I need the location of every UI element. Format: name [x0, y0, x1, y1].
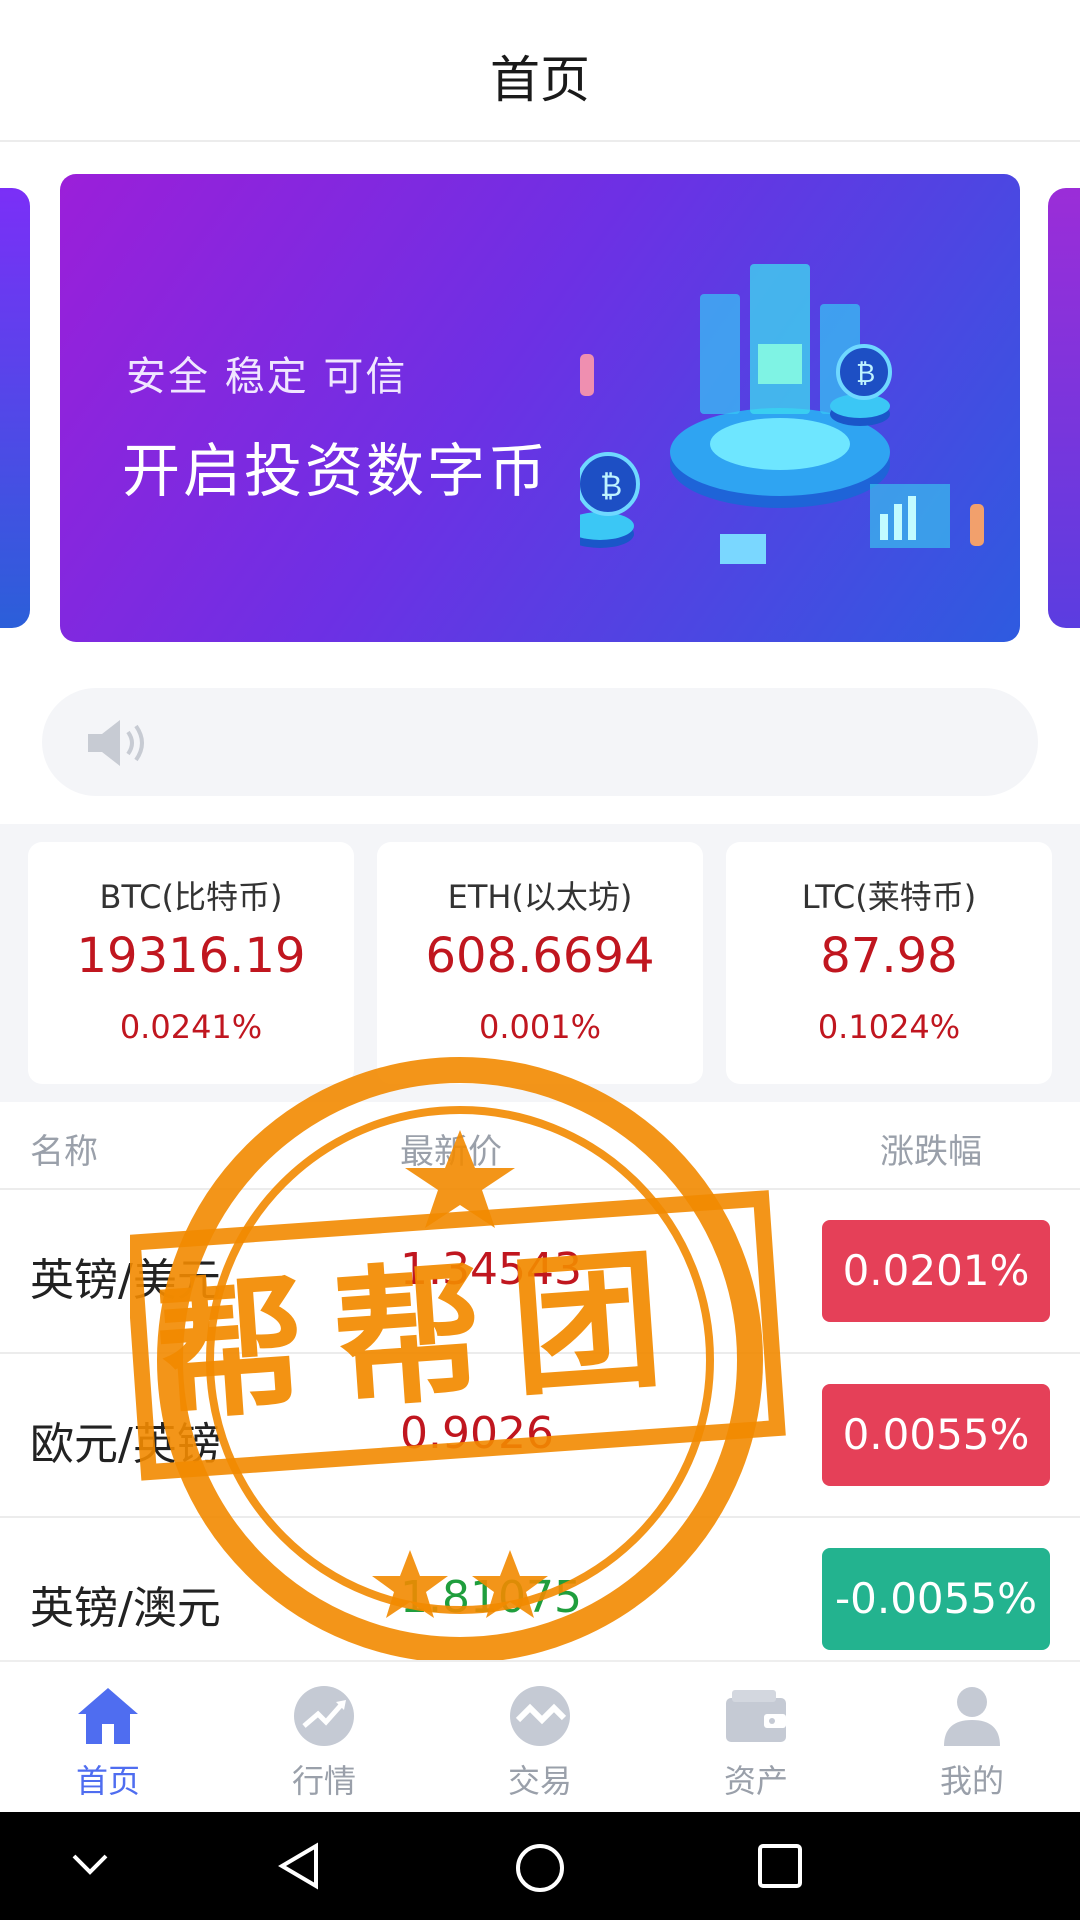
- tab-label: 行情: [291, 1762, 356, 1800]
- tab-trade[interactable]: 交易: [432, 1662, 648, 1814]
- app-header: 首页: [0, 0, 1080, 142]
- announcement-bar[interactable]: [42, 688, 1038, 796]
- quote-name: BTC(比特币): [99, 878, 283, 916]
- home-icon: [78, 1688, 138, 1744]
- crypto-illustration: ₿ ₿: [580, 264, 984, 564]
- tab-market[interactable]: 行情: [216, 1662, 432, 1814]
- user-icon: [944, 1687, 1000, 1746]
- back-icon[interactable]: [276, 1842, 324, 1890]
- tab-label: 交易: [507, 1762, 572, 1800]
- pair-price: 1.81075: [400, 1572, 582, 1623]
- trend-icon: [294, 1686, 354, 1746]
- page-title: 首页: [490, 51, 590, 109]
- banner-carousel[interactable]: 安全 稳定 可信 开启投资数字币 ₿ ₿: [0, 142, 1080, 662]
- change-badge[interactable]: 0.0201%: [822, 1220, 1050, 1322]
- system-nav-bar: [0, 1812, 1080, 1920]
- carousel-prev-slide[interactable]: [0, 188, 30, 628]
- quote-card-btc[interactable]: BTC(比特币) 19316.19 0.0241%: [28, 842, 354, 1084]
- recent-apps-icon[interactable]: [756, 1842, 804, 1890]
- speaker-icon: [88, 720, 144, 766]
- bottom-tab-bar: 首页 行情 交易 资产 我的: [0, 1660, 1080, 1812]
- banner-slide[interactable]: 安全 稳定 可信 开启投资数字币 ₿ ₿: [60, 174, 1020, 642]
- tab-home[interactable]: 首页: [0, 1662, 216, 1814]
- quote-name: ETH(以太坊): [447, 878, 633, 916]
- quote-card-eth[interactable]: ETH(以太坊) 608.6694 0.001%: [377, 842, 703, 1084]
- chevron-down-icon[interactable]: [68, 1842, 112, 1886]
- change-badge[interactable]: 0.0055%: [822, 1384, 1050, 1486]
- column-header-price: 最新价: [400, 1132, 502, 1172]
- market-row[interactable]: 英镑/澳元 1.81075 -0.0055%: [0, 1516, 1080, 1680]
- quote-price: 608.6694: [425, 928, 655, 984]
- banner-headline: 开启投资数字币: [122, 437, 550, 505]
- wallet-icon: [726, 1690, 786, 1742]
- watermark-text: 帮帮团: [150, 1231, 696, 1443]
- tab-label: 资产: [723, 1762, 788, 1800]
- quote-change: 0.001%: [478, 1008, 601, 1046]
- market-list-header: 名称 最新价 涨跌幅: [0, 1102, 1080, 1188]
- column-header-name: 名称: [30, 1132, 98, 1172]
- tab-assets[interactable]: 资产: [648, 1662, 864, 1814]
- quote-card-ltc[interactable]: LTC(莱特币) 87.98 0.1024%: [726, 842, 1052, 1084]
- quote-change: 0.0241%: [119, 1008, 263, 1046]
- svg-text:₿: ₿: [600, 469, 622, 504]
- quote-name: LTC(莱特币): [801, 878, 977, 916]
- banner-tagline: 安全 稳定 可信: [126, 354, 408, 400]
- column-header-change: 涨跌幅: [880, 1132, 982, 1172]
- home-button-icon[interactable]: [514, 1842, 566, 1894]
- exchange-icon: [510, 1686, 570, 1746]
- pair-name: 英镑/澳元: [30, 1583, 221, 1634]
- tab-profile[interactable]: 我的: [864, 1662, 1080, 1814]
- quote-price: 19316.19: [76, 928, 306, 984]
- change-badge[interactable]: -0.0055%: [822, 1548, 1050, 1650]
- tab-label: 首页: [75, 1762, 140, 1800]
- quote-price: 87.98: [820, 928, 958, 984]
- tab-label: 我的: [939, 1762, 1004, 1800]
- quote-change: 0.1024%: [817, 1008, 961, 1046]
- svg-text:₿: ₿: [856, 359, 875, 389]
- carousel-next-slide[interactable]: [1048, 188, 1080, 628]
